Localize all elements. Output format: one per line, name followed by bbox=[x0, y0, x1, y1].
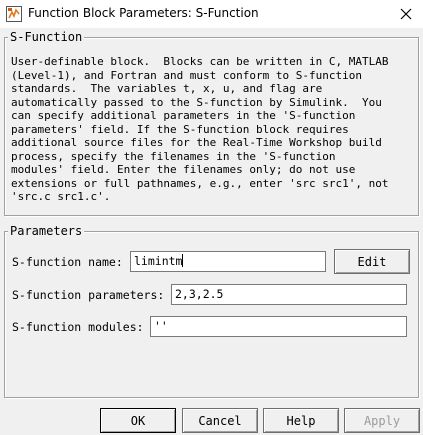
dialog-window: Function Block Parameters: S-Function S-… bbox=[0, 0, 423, 435]
description-line: can specify additional parameters in the… bbox=[11, 109, 356, 122]
sfunction-parameters-value: 2,3,2.5 bbox=[175, 287, 224, 301]
sfunction-modules-value: '' bbox=[154, 319, 168, 333]
sfunction-parameters-label: S-function parameters: bbox=[12, 288, 165, 302]
sfunction-modules-label: S-function modules: bbox=[12, 320, 144, 334]
edit-button[interactable]: Edit bbox=[334, 249, 410, 274]
description-line: parameters' field. If the S-function blo… bbox=[11, 122, 349, 136]
sfunction-name-input[interactable]: limintm bbox=[130, 251, 326, 272]
help-button[interactable]: Help bbox=[263, 408, 339, 433]
description-line: 'src.c src1.c'. bbox=[11, 190, 111, 203]
simulink-block-icon bbox=[6, 6, 22, 22]
apply-button[interactable]: Apply bbox=[344, 408, 420, 433]
description-line: standards. The variables t, x, u, and fl… bbox=[11, 82, 323, 95]
description-line: modules' field. Enter the filenames only… bbox=[11, 163, 356, 176]
description-line: (Level-1), and Fortran and must conform … bbox=[11, 68, 362, 82]
ok-button[interactable]: OK bbox=[100, 408, 176, 433]
sfunction-description: User-definable block. Blocks can be writ… bbox=[11, 55, 413, 204]
sfunction-modules-input[interactable]: '' bbox=[150, 316, 407, 337]
sfunction-name-label: S-function name: bbox=[12, 255, 123, 269]
title-bar: Function Block Parameters: S-Function bbox=[0, 0, 423, 28]
cancel-button[interactable]: Cancel bbox=[182, 408, 258, 433]
description-line: process, specify the filenames in the 'S… bbox=[11, 149, 336, 163]
description-line: extensions or full pathnames, e.g., ente… bbox=[11, 176, 389, 190]
close-button[interactable] bbox=[393, 2, 419, 26]
sfunction-parameters-input[interactable]: 2,3,2.5 bbox=[171, 284, 407, 305]
text-caret bbox=[182, 254, 184, 267]
description-line: User-definable block. Blocks can be writ… bbox=[11, 55, 389, 68]
parameters-group-legend: Parameters bbox=[8, 224, 85, 238]
close-icon bbox=[400, 8, 412, 20]
sfunction-group-legend: S-Function bbox=[8, 30, 85, 44]
description-line: automatically passed to the S-function b… bbox=[11, 95, 382, 109]
description-line: additional source files for the Real-Tim… bbox=[11, 136, 382, 149]
sfunction-name-value: limintm bbox=[134, 254, 183, 268]
window-title: Function Block Parameters: S-Function bbox=[28, 6, 259, 20]
